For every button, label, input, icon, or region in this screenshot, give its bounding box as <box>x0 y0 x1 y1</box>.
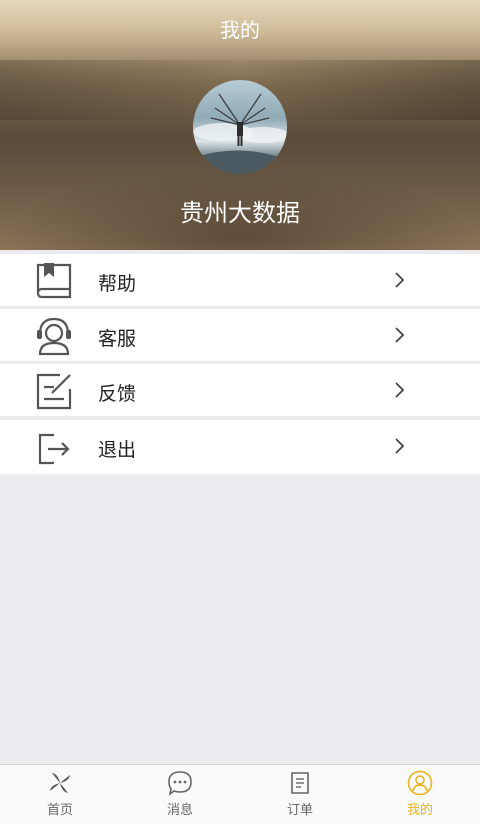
chevron-right-icon <box>395 327 405 343</box>
tab-label-messages: 消息 <box>166 803 193 818</box>
tab-messages[interactable]: 消息 <box>120 765 240 824</box>
tab-mine[interactable]: 我的 <box>360 765 480 824</box>
chat-bubble-icon <box>168 771 192 796</box>
menu-label-logout: 退出 <box>98 439 137 461</box>
book-icon <box>36 263 72 299</box>
chevron-right-icon <box>395 272 405 288</box>
username: 贵州大数据 <box>180 199 300 227</box>
logout-icon <box>38 433 70 465</box>
menu-item-feedback[interactable]: 反馈 <box>0 364 480 416</box>
chevron-right-icon <box>395 382 405 398</box>
settings-menu: 帮助 客服 反馈 退出 <box>0 254 480 477</box>
user-profile-icon <box>407 770 433 796</box>
avatar[interactable] <box>193 80 287 174</box>
tab-label-home: 首页 <box>46 803 73 818</box>
menu-label-feedback: 反馈 <box>98 383 137 405</box>
tab-orders[interactable]: 订单 <box>240 765 360 824</box>
tab-label-mine: 我的 <box>406 803 433 818</box>
menu-item-logout[interactable]: 退出 <box>0 420 480 474</box>
page-title: 我的 <box>220 18 260 42</box>
order-document-icon <box>291 772 309 794</box>
chevron-right-icon <box>395 438 405 454</box>
profile-header: 我的 贵州大数据 <box>0 0 480 250</box>
home-pinwheel-icon <box>50 773 70 793</box>
avatar-image <box>193 93 287 174</box>
tab-label-orders: 订单 <box>286 803 313 818</box>
bottom-tab-bar: 首页 消息 订单 我的 <box>0 764 480 824</box>
headset-user-icon <box>37 317 71 356</box>
tab-home[interactable]: 首页 <box>0 765 120 824</box>
edit-feedback-icon <box>36 373 72 410</box>
menu-item-customer-service[interactable]: 客服 <box>0 309 480 361</box>
menu-item-help[interactable]: 帮助 <box>0 254 480 306</box>
menu-label-help: 帮助 <box>98 273 137 295</box>
menu-label-customer-service: 客服 <box>98 328 137 350</box>
